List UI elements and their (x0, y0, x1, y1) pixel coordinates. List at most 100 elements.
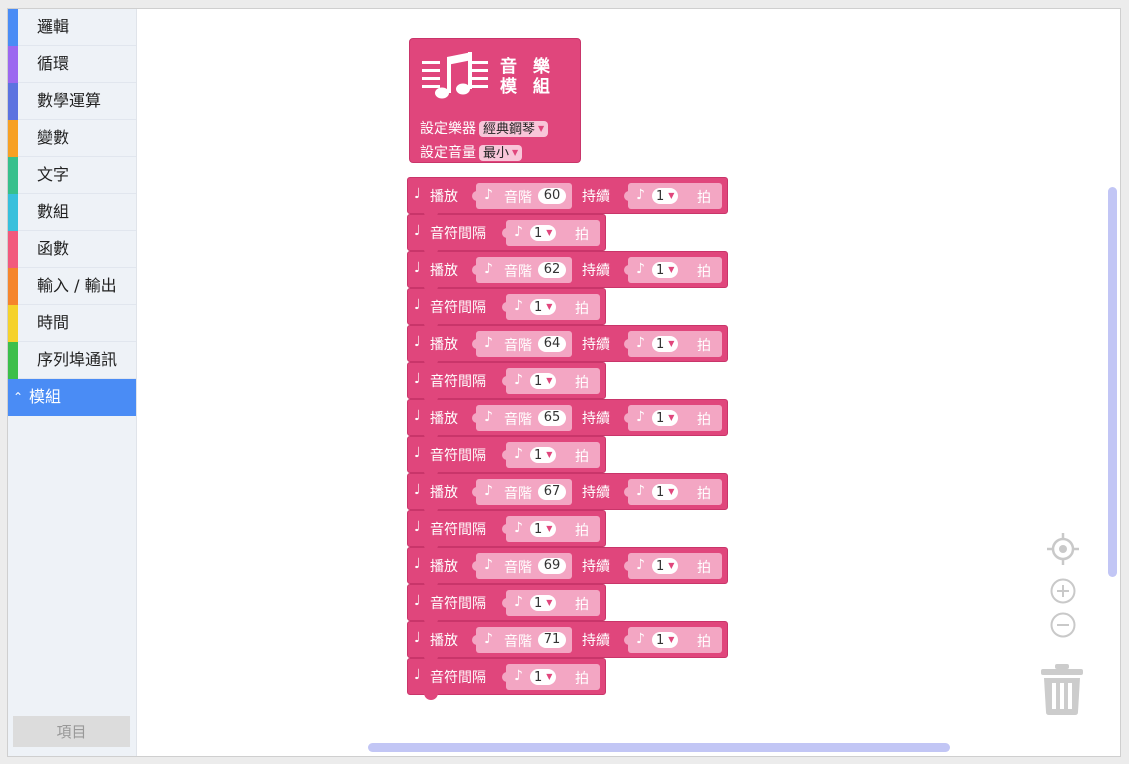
pitch-slot: ♪ 音階 67 (472, 479, 572, 505)
dropdown-arrow-icon: ▼ (668, 265, 675, 274)
note-rest-block[interactable]: ♩ 音符間隔 ♪ 1 ▼ 拍 (407, 436, 606, 478)
pitch-input[interactable]: 65 (538, 410, 566, 426)
dropdown-arrow-icon: ▼ (512, 148, 519, 157)
category-item[interactable]: 時間 (8, 305, 136, 342)
zoom-out-icon[interactable] (1049, 611, 1077, 639)
note-icon: ♩ (414, 630, 421, 646)
beats-value: 1 (534, 670, 543, 685)
volume-dropdown[interactable]: 最小 ▼ (479, 145, 523, 161)
beat-unit-label: 拍 (575, 375, 589, 391)
note-rest-block[interactable]: ♩ 音符間隔 ♪ 1 ▼ 拍 (407, 510, 606, 552)
music-note-icon: ♪ (636, 557, 645, 573)
note-rest-block[interactable]: ♩ 音符間隔 ♪ 1 ▼ 拍 (407, 288, 606, 330)
category-item[interactable]: ⌃ 模組 (8, 379, 136, 416)
beats-dropdown[interactable]: 1 ▼ (652, 484, 679, 500)
pitch-input[interactable]: 69 (538, 558, 566, 574)
note-rest-block[interactable]: ♩ 音符間隔 ♪ 1 ▼ 拍 (407, 584, 606, 626)
dropdown-arrow-icon: ▼ (546, 672, 553, 681)
pitch-slot: ♪ 音階 64 (472, 331, 572, 357)
zoom-in-icon[interactable] (1049, 577, 1077, 605)
category-label: 函數 (37, 239, 70, 258)
dropdown-arrow-icon: ▼ (546, 524, 553, 533)
category-item[interactable]: 序列埠通訊 (8, 342, 136, 379)
play-note-block[interactable]: ♩ 播放 ♪ 音階 69 持續 ♪ 1 ▼ 拍 (407, 547, 728, 589)
play-label: 播放 (430, 411, 458, 427)
note-rest-block[interactable]: ♩ 音符間隔 ♪ 1 ▼ 拍 (407, 362, 606, 404)
beats-dropdown[interactable]: 1 ▼ (652, 188, 679, 204)
pitch-input[interactable]: 71 (538, 632, 566, 648)
beats-dropdown[interactable]: 1 ▼ (530, 225, 557, 241)
beat-slot: ♪ 1 ▼ 拍 (624, 183, 722, 209)
dropdown-arrow-icon: ▼ (546, 302, 553, 311)
beats-dropdown[interactable]: 1 ▼ (652, 336, 679, 352)
play-note-block[interactable]: ♩ 播放 ♪ 音階 64 持續 ♪ 1 ▼ 拍 (407, 325, 728, 367)
trash-icon[interactable] (1038, 662, 1086, 716)
beats-dropdown[interactable]: 1 ▼ (530, 447, 557, 463)
category-color-stripe (8, 157, 18, 194)
note-icon: ♩ (414, 371, 421, 387)
category-label: 變數 (37, 128, 70, 147)
play-note-block[interactable]: ♩ 播放 ♪ 音階 71 持續 ♪ 1 ▼ 拍 (407, 621, 728, 663)
vertical-scrollbar[interactable] (1108, 187, 1117, 577)
beats-dropdown[interactable]: 1 ▼ (530, 521, 557, 537)
slot-edge (472, 413, 477, 423)
play-note-block[interactable]: ♩ 播放 ♪ 音階 62 持續 ♪ 1 ▼ 拍 (407, 251, 728, 293)
expand-caret-icon: ⌃ (13, 390, 24, 404)
beats-value: 1 (534, 448, 543, 463)
music-module-title: 音 樂 模 組 (500, 57, 555, 97)
beats-dropdown[interactable]: 1 ▼ (652, 632, 679, 648)
beat-slot: ♪ 1 ▼ 拍 (624, 627, 722, 653)
music-note-icon: ♪ (514, 224, 523, 240)
beats-dropdown[interactable]: 1 ▼ (530, 299, 557, 315)
music-module-block[interactable]: 音 樂 模 組 設定樂器 經典鋼琴 ▼ 設定音量 最小 ▼ (409, 38, 581, 163)
beats-dropdown[interactable]: 1 ▼ (652, 262, 679, 278)
play-note-block[interactable]: ♩ 播放 ♪ 音階 60 持續 ♪ 1 ▼ 拍 (407, 177, 728, 219)
pitch-input[interactable]: 67 (538, 484, 566, 500)
category-item[interactable]: 函數 (8, 231, 136, 268)
note-icon: ♩ (414, 445, 421, 461)
slot-edge (624, 265, 629, 275)
beats-dropdown[interactable]: 1 ▼ (530, 373, 557, 389)
note-rest-block[interactable]: ♩ 音符間隔 ♪ 1 ▼ 拍 (407, 658, 606, 700)
category-item[interactable]: 變數 (8, 120, 136, 157)
crosshair-icon[interactable] (1046, 532, 1080, 566)
volume-label: 設定音量 (420, 145, 476, 161)
instrument-dropdown[interactable]: 經典鋼琴 ▼ (479, 121, 549, 137)
category-item[interactable]: 輸入 / 輸出 (8, 268, 136, 305)
dropdown-arrow-icon: ▼ (668, 191, 675, 200)
beat-slot: ♪ 1 ▼ 拍 (624, 479, 722, 505)
block-workspace[interactable]: 音 樂 模 組 設定樂器 經典鋼琴 ▼ 設定音量 最小 ▼ ♩ 播放 ♪ 音階 60 持續 ♪ 1 ▼ 拍… (137, 9, 1120, 756)
pitch-input[interactable]: 64 (538, 336, 566, 352)
pitch-input[interactable]: 62 (538, 262, 566, 278)
slot-edge (472, 635, 477, 645)
note-rest-block[interactable]: ♩ 音符間隔 ♪ 1 ▼ 拍 (407, 214, 606, 256)
horizontal-scrollbar[interactable] (368, 743, 950, 752)
category-item[interactable]: 數組 (8, 194, 136, 231)
category-item[interactable]: 循環 (8, 46, 136, 83)
category-item[interactable]: 文字 (8, 157, 136, 194)
category-item[interactable]: 邏輯 (8, 9, 136, 46)
beats-value: 1 (656, 263, 665, 278)
slot-edge (472, 191, 477, 201)
beat-unit-label: 拍 (575, 449, 589, 465)
beats-dropdown[interactable]: 1 ▼ (530, 595, 557, 611)
beat-unit-label: 拍 (697, 560, 711, 576)
music-note-icon: ♪ (636, 335, 645, 351)
music-note-icon: ♪ (484, 261, 493, 277)
pitch-input[interactable]: 60 (538, 188, 566, 204)
play-note-block[interactable]: ♩ 播放 ♪ 音階 65 持續 ♪ 1 ▼ 拍 (407, 399, 728, 441)
category-color-stripe (8, 268, 18, 305)
play-label: 播放 (430, 189, 458, 205)
category-item[interactable]: 數學運算 (8, 83, 136, 120)
beats-dropdown[interactable]: 1 ▼ (652, 410, 679, 426)
pitch-slot: ♪ 音階 60 (472, 183, 572, 209)
project-button[interactable]: 項目 (13, 716, 130, 747)
pitch-label: 音階 (504, 560, 532, 576)
note-icon: ♩ (414, 408, 421, 424)
duration-label: 持續 (582, 263, 610, 279)
beats-dropdown[interactable]: 1 ▼ (530, 669, 557, 685)
play-note-block[interactable]: ♩ 播放 ♪ 音階 67 持續 ♪ 1 ▼ 拍 (407, 473, 728, 515)
beats-value: 1 (534, 226, 543, 241)
beats-dropdown[interactable]: 1 ▼ (652, 558, 679, 574)
music-note-icon: ♪ (636, 409, 645, 425)
